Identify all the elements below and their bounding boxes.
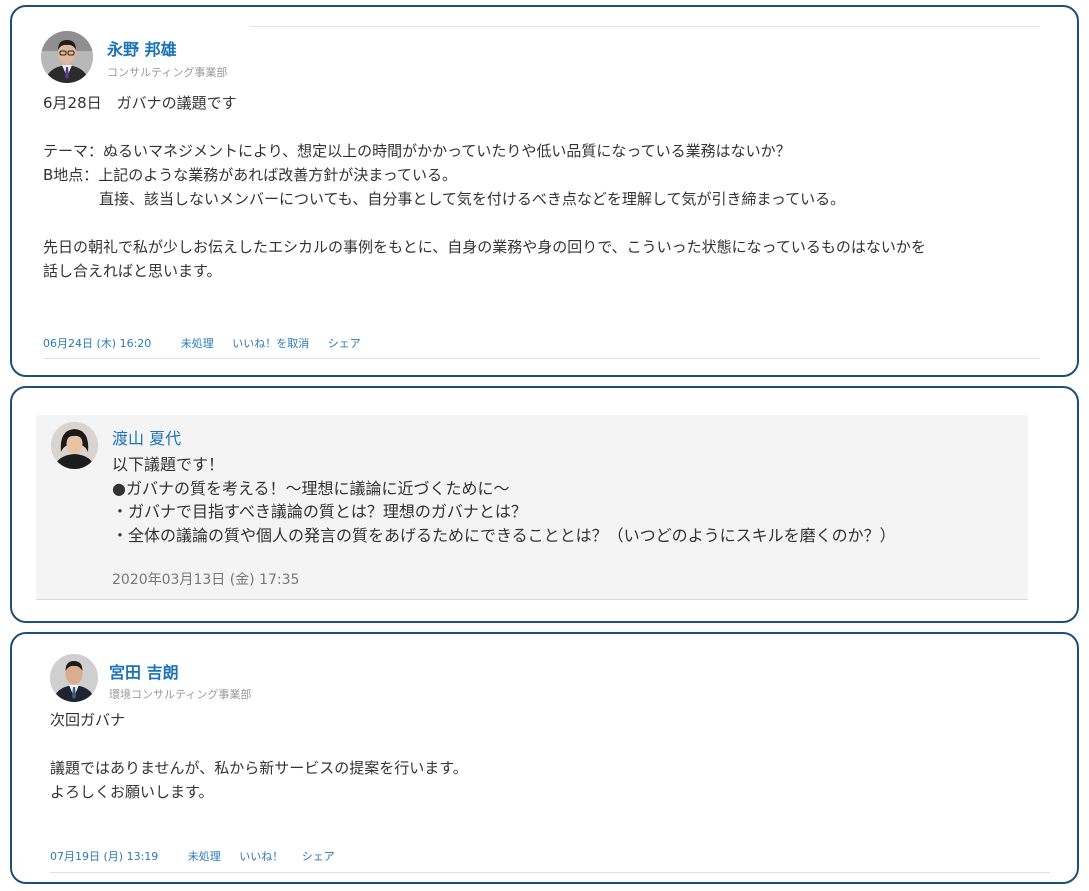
comment-timestamp: 2020年03月13日 (金) 17:35 bbox=[112, 572, 300, 588]
post-body-line bbox=[43, 115, 926, 139]
divider bbox=[43, 358, 1040, 359]
post-body: 6月28日 ガバナの議題です テーマ：ぬるいマネジメントにより、想定以上の時間が… bbox=[43, 91, 926, 283]
comment: 渡山 夏代 以下議題です！ ●ガバナの質を考える！～理想に議論に近づくために～ … bbox=[36, 415, 1028, 600]
post-body-line: 議題ではありませんが、私から新サービスの提案を行います。 bbox=[50, 759, 468, 777]
post-body-line bbox=[43, 211, 926, 235]
post-meta: 07月19日 (月) 13:19 未処理 いいね！ シェア bbox=[50, 848, 350, 864]
unlike-link[interactable]: いいね！を取消 bbox=[232, 337, 309, 350]
avatar-woman-icon bbox=[51, 422, 98, 469]
post-body: 次回ガバナ 議題ではありませんが、私から新サービスの提案を行います。 よろしくお… bbox=[50, 708, 468, 804]
share-link[interactable]: シェア bbox=[302, 850, 335, 863]
avatar-man-suit-icon bbox=[50, 654, 98, 702]
post-body-line: 直接、該当しないメンバーについても、自分事として気を付けるべき点などを理解して気… bbox=[99, 190, 846, 208]
status-link[interactable]: 未処理 bbox=[188, 850, 221, 863]
author-department: 環境コンサルティング事業部 bbox=[109, 688, 252, 701]
author-avatar[interactable] bbox=[50, 654, 98, 702]
post-meta: 06月24日 (木) 16:20 未処理 いいね！を取消 シェア bbox=[43, 335, 376, 351]
post-card: 宮田 吉朗 環境コンサルティング事業部 次回ガバナ 議題ではありませんが、私から… bbox=[10, 632, 1079, 884]
divider bbox=[250, 26, 1040, 27]
share-link[interactable]: シェア bbox=[328, 337, 361, 350]
post-body-line: よろしくお願いします。 bbox=[50, 783, 214, 801]
post-body-line bbox=[50, 732, 468, 756]
comment-body-line: ・ガバナで目指すべき議論の質とは？理想のガバナとは？ bbox=[112, 502, 527, 521]
commenter-avatar[interactable] bbox=[51, 422, 98, 469]
post-body-line: テーマ：ぬるいマネジメントにより、想定以上の時間がかかっていたりや低い品質になっ… bbox=[43, 142, 791, 160]
post-timestamp: 06月24日 (木) 16:20 bbox=[43, 337, 152, 350]
post-body-line: 6月28日 ガバナの議題です bbox=[43, 94, 237, 112]
post-timestamp: 07月19日 (月) 13:19 bbox=[50, 850, 159, 863]
comment-body: 以下議題です！ ●ガバナの質を考える！～理想に議論に近づくために～ ・ガバナで目… bbox=[112, 453, 896, 547]
avatar-man-suit-icon bbox=[41, 31, 93, 83]
author-department: コンサルティング事業部 bbox=[107, 66, 228, 79]
post-body-line: B地点：上記のような業務があれば改善方針が決まっている。 bbox=[43, 166, 457, 184]
status-link[interactable]: 未処理 bbox=[181, 337, 214, 350]
author-name[interactable]: 永野 邦雄 bbox=[107, 36, 177, 60]
commenter-name[interactable]: 渡山 夏代 bbox=[112, 425, 181, 449]
post-body-line: 次回ガバナ bbox=[50, 711, 126, 729]
comment-body-line: ●ガバナの質を考える！～理想に議論に近づくために～ bbox=[112, 478, 510, 498]
author-name[interactable]: 宮田 吉朗 bbox=[109, 659, 179, 683]
post-body-line: 話し合えればと思います。 bbox=[43, 262, 222, 280]
comment-body-line: ・全体の議論の質や個人の発言の質をあげるためにできることとは？（いつどのようにス… bbox=[112, 525, 896, 545]
divider bbox=[50, 872, 1050, 873]
like-link[interactable]: いいね！ bbox=[239, 850, 283, 863]
comment-body-line: 以下議題です！ bbox=[112, 455, 225, 474]
post-card: 永野 邦雄 コンサルティング事業部 6月28日 ガバナの議題です テーマ：ぬるい… bbox=[10, 5, 1079, 377]
comment-card: 渡山 夏代 以下議題です！ ●ガバナの質を考える！～理想に議論に近づくために～ … bbox=[10, 386, 1079, 623]
post-body-line: 先日の朝礼で私が少しお伝えしたエシカルの事例をもとに、自身の業務や身の回りで、こ… bbox=[43, 238, 926, 256]
author-avatar[interactable] bbox=[41, 31, 93, 83]
